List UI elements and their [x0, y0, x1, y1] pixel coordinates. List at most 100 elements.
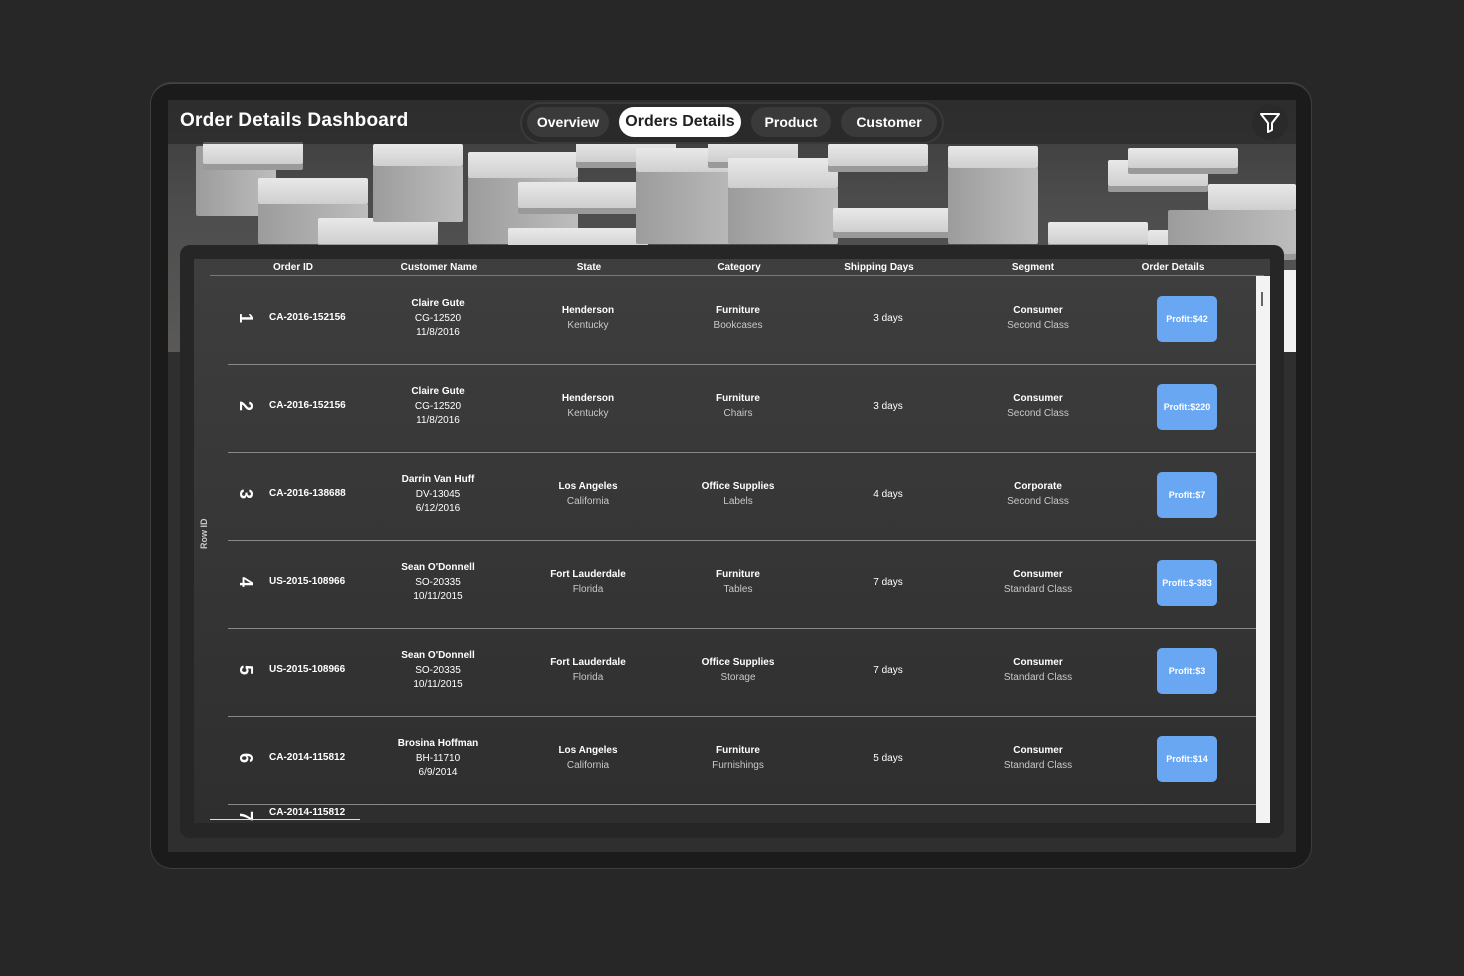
tab-overview[interactable]: Overview	[527, 107, 609, 137]
subcategory: Labels	[723, 495, 753, 507]
segment-cell: Consumer Standard Class	[978, 656, 1098, 685]
customer-name: Sean O'Donnell	[401, 650, 475, 661]
profit-button[interactable]: Profit:$-383	[1157, 560, 1217, 606]
state: Kentucky	[567, 319, 609, 331]
segment: Consumer	[1013, 657, 1063, 668]
scrollbar-thumb[interactable]	[1261, 292, 1263, 306]
segment: Corporate	[1014, 481, 1062, 492]
segment: Consumer	[1013, 569, 1063, 580]
segment: Consumer	[1013, 393, 1063, 404]
segment-cell: Consumer Standard Class	[978, 744, 1098, 773]
state-cell: Fort Lauderdale Florida	[528, 568, 648, 597]
ship-mode: Second Class	[1007, 319, 1069, 331]
row-id: 4	[236, 576, 256, 587]
table-row[interactable]: 1 CA-2016-152156 Claire Gute CG-12520 11…	[228, 276, 1264, 365]
order-id: CA-2014-115812	[269, 752, 346, 763]
state-cell: Henderson Kentucky	[528, 304, 648, 333]
ship-mode: Standard Class	[1003, 671, 1073, 683]
order-date: 10/11/2015	[413, 679, 463, 690]
order-id: CA-2016-152156	[269, 400, 346, 411]
category: Office Supplies	[701, 481, 775, 492]
segment: Consumer	[1013, 745, 1063, 756]
row-id: 3	[236, 488, 256, 499]
category-cell: Office Supplies Storage	[678, 656, 798, 685]
column-header-customer-name: Customer Name	[400, 262, 478, 273]
city: Henderson	[561, 393, 615, 404]
customer-id: BH-11710	[415, 752, 461, 764]
category-cell: Furniture Furnishings	[678, 744, 798, 773]
profit-button[interactable]: Profit:$42	[1157, 296, 1217, 342]
category: Furniture	[716, 569, 760, 580]
profit-button[interactable]: Profit:$3	[1157, 648, 1217, 694]
state-cell: Los Angeles California	[528, 744, 648, 773]
tab-orders-details[interactable]: Orders Details	[619, 107, 741, 137]
order-id: CA-2016-152156	[269, 312, 346, 323]
column-header-shipping-days: Shipping Days	[844, 262, 914, 273]
shipping-days: 3 days	[873, 313, 903, 324]
shipping-days: 3 days	[873, 401, 903, 412]
customer-cell: Darrin Van Huff DV-13045 6/12/2016	[378, 473, 498, 517]
city: Henderson	[561, 305, 615, 316]
state-cell: Fort Lauderdale Florida	[528, 656, 648, 685]
dashboard-screen: Order Details Dashboard Overview Orders …	[168, 100, 1296, 852]
profit-button[interactable]: Profit:$220	[1157, 384, 1217, 430]
row-divider	[210, 819, 360, 820]
customer-name: Sean O'Donnell	[401, 562, 475, 573]
column-header-segment: Segment	[1011, 262, 1055, 273]
table-row[interactable]: 2 CA-2016-152156 Claire Gute CG-12520 11…	[228, 364, 1264, 453]
column-header-order-id: Order ID	[272, 262, 313, 273]
row-id-axis-label: Row ID	[199, 518, 209, 550]
category: Furniture	[716, 393, 760, 404]
order-id: CA-2016-138688	[269, 488, 346, 499]
customer-cell: Brosina Hoffman BH-11710 6/9/2014	[378, 737, 498, 781]
category-cell: Furniture Tables	[678, 568, 798, 597]
shipping-days: 7 days	[873, 577, 903, 588]
customer-cell: Sean O'Donnell SO-20335 10/11/2015	[378, 561, 498, 605]
vertical-scrollbar[interactable]	[1256, 276, 1270, 823]
row-id: 2	[236, 400, 256, 411]
profit-button[interactable]: Profit:$14	[1157, 736, 1217, 782]
city: Los Angeles	[558, 481, 618, 492]
category: Furniture	[716, 745, 760, 756]
category-cell: Furniture Bookcases	[678, 304, 798, 333]
shipping-days: 4 days	[873, 489, 903, 500]
column-header-order-details: Order Details	[1141, 262, 1205, 273]
segment-cell: Consumer Second Class	[978, 304, 1098, 333]
state: Kentucky	[567, 407, 609, 419]
tab-customer[interactable]: Customer	[841, 107, 937, 137]
row-id: 7	[236, 810, 256, 821]
ship-mode: Second Class	[1007, 407, 1069, 419]
table-row[interactable]: 6 CA-2014-115812 Brosina Hoffman BH-1171…	[228, 716, 1264, 805]
subcategory: Bookcases	[713, 319, 763, 331]
subcategory: Storage	[720, 671, 756, 683]
table-row[interactable]: 3 CA-2016-138688 Darrin Van Huff DV-1304…	[228, 452, 1264, 541]
state: California	[566, 759, 610, 771]
table-row[interactable]: 5 US-2015-108966 Sean O'Donnell SO-20335…	[228, 628, 1264, 717]
subcategory: Furnishings	[712, 759, 764, 771]
state-cell: Los Angeles California	[528, 480, 648, 509]
row-id: 5	[236, 664, 256, 675]
customer-id: CG-12520	[414, 400, 462, 412]
order-id: US-2015-108966	[269, 664, 346, 675]
state: Florida	[572, 671, 604, 683]
category-cell: Office Supplies Labels	[678, 480, 798, 509]
page-title: Order Details Dashboard	[180, 110, 409, 131]
segment: Consumer	[1013, 305, 1063, 316]
row-id: 6	[236, 752, 256, 763]
tab-product[interactable]: Product	[751, 107, 831, 137]
state-cell: Henderson Kentucky	[528, 392, 648, 421]
order-date: 6/12/2016	[415, 503, 461, 514]
segment-cell: Consumer Second Class	[978, 392, 1098, 421]
category: Furniture	[716, 305, 760, 316]
orders-table-panel: Order ID Customer Name State Category Sh…	[180, 245, 1284, 838]
subcategory: Chairs	[723, 407, 753, 419]
city: Fort Lauderdale	[550, 657, 626, 668]
table-row[interactable]: 7 CA-2014-115812	[228, 804, 1264, 823]
table-row[interactable]: 4 US-2015-108966 Sean O'Donnell SO-20335…	[228, 540, 1264, 629]
customer-cell: Claire Gute CG-12520 11/8/2016	[378, 297, 498, 341]
profit-button[interactable]: Profit:$7	[1157, 472, 1217, 518]
filter-button[interactable]	[1252, 104, 1288, 140]
customer-name: Claire Gute	[411, 298, 465, 309]
row-id: 1	[236, 312, 256, 323]
segment-cell: Consumer Standard Class	[978, 568, 1098, 597]
